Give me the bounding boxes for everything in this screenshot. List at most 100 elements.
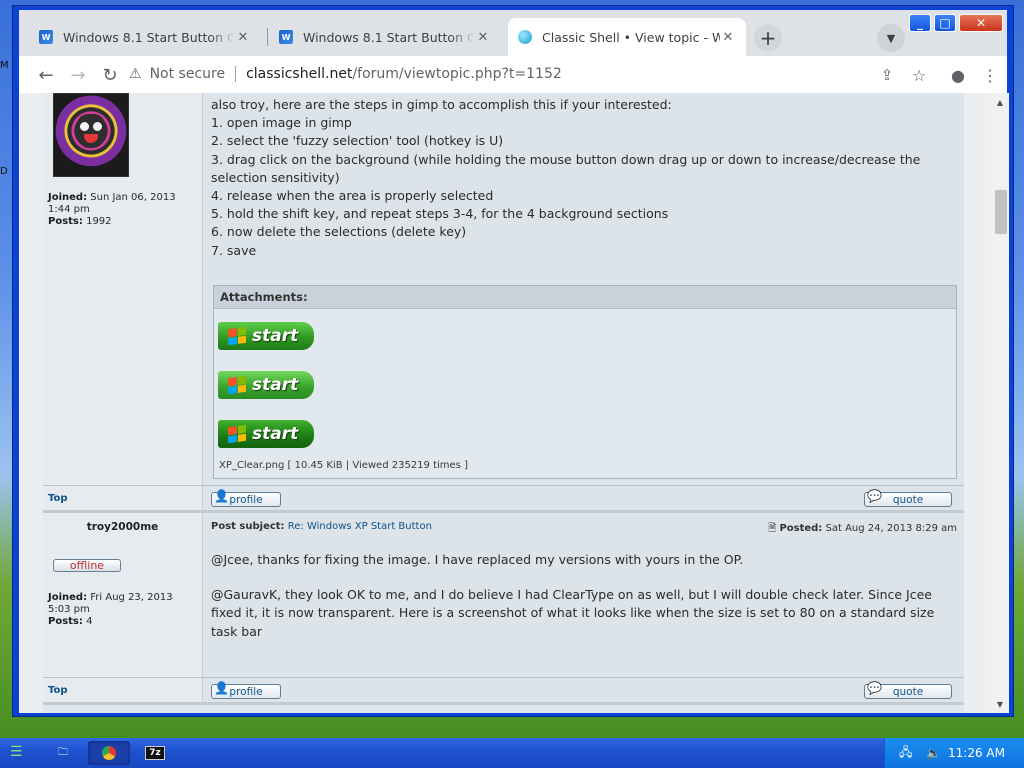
post-line: 6. now delete the selections (delete key… xyxy=(211,224,467,240)
post-2-text: @Jcee, thanks for fixing the image. I ha… xyxy=(211,551,959,641)
taskbar: ☰ 🗀 7z 🖧 🔈 11:26 AM xyxy=(0,738,1024,768)
quote-icon: 💬 xyxy=(867,489,882,503)
divider xyxy=(43,702,964,705)
chevron-down-icon: ▼ xyxy=(886,31,896,45)
arrow-right-icon: → xyxy=(70,64,86,86)
share-button[interactable]: ⇪ xyxy=(874,62,900,88)
post-2-footer: 👤 profile 💬 quote xyxy=(203,678,964,702)
windows-flag-icon xyxy=(228,375,246,395)
close-tab-icon[interactable]: ✕ xyxy=(235,30,251,45)
post-1-author-panel: Joined: Sun Jan 06, 2013 1:44 pm Posts: … xyxy=(43,93,203,485)
post-line: 7. save xyxy=(211,242,257,258)
vertical-scrollbar[interactable]: ▲ ▼ xyxy=(991,93,1009,713)
posts-label: Posts: xyxy=(48,616,83,627)
post-line: 3. drag click on the background (while h… xyxy=(211,151,921,185)
post-date: 🗎 Posted: Sat Aug 24, 2013 8:29 am xyxy=(768,521,957,538)
url-host: classicshell.net xyxy=(246,66,353,82)
star-icon: ☆ xyxy=(911,65,927,85)
post-1-body: also troy, here are the steps in gimp to… xyxy=(203,93,964,485)
post-1-footer-left: Top xyxy=(43,486,203,510)
profile-label: profile xyxy=(229,685,263,698)
close-tab-icon[interactable]: ✕ xyxy=(720,30,736,45)
post-line: also troy, here are the steps in gimp to… xyxy=(211,97,672,112)
quote-icon: 💬 xyxy=(867,681,882,695)
attachment-image-3[interactable]: start xyxy=(218,420,314,448)
share-icon: ⇪ xyxy=(880,66,894,84)
profile-button[interactable]: 👤 profile xyxy=(211,681,281,699)
minimize-button[interactable]: _ xyxy=(909,14,931,32)
scroll-thumb[interactable] xyxy=(995,190,1007,234)
profile-button[interactable]: ● xyxy=(945,62,971,88)
plus-icon: + xyxy=(759,26,777,50)
forward-button[interactable]: → xyxy=(65,62,91,88)
maximize-button[interactable]: □ xyxy=(934,14,956,32)
reload-button[interactable]: ↻ xyxy=(97,62,123,88)
posts-value: 1992 xyxy=(86,216,112,227)
warning-icon: ⚠ xyxy=(129,66,142,82)
browser-toolbar: ← → ↻ ⚠ Not secure classicshell.net /for… xyxy=(19,56,1007,93)
back-button[interactable]: ← xyxy=(33,62,59,88)
posted-value: Sat Aug 24, 2013 8:29 am xyxy=(825,523,958,534)
joined-label: Joined: xyxy=(48,192,88,203)
post-paragraph: @Jcee, thanks for fixing the image. I ha… xyxy=(211,552,744,567)
user-icon: 👤 xyxy=(214,489,229,503)
close-window-button[interactable]: ✕ xyxy=(959,14,1003,32)
subject-label: Post subject: xyxy=(211,521,285,532)
new-tab-button[interactable]: + xyxy=(754,24,782,52)
post-1-author-meta: Joined: Sun Jan 06, 2013 1:44 pm Posts: … xyxy=(48,192,198,228)
close-tab-icon[interactable]: ✕ xyxy=(475,30,491,45)
folder-icon: 🗀 xyxy=(58,746,68,758)
volume-muted-icon[interactable]: 🔈 xyxy=(926,746,941,760)
user-icon: 👤 xyxy=(214,681,229,695)
post-2-author-meta: Joined: Fri Aug 23, 2013 5:03 pm Posts: … xyxy=(48,592,198,628)
scroll-down-icon[interactable]: ▼ xyxy=(991,697,1009,711)
7zip-taskbar-button[interactable]: 7z xyxy=(140,741,170,765)
posts-value: 4 xyxy=(86,616,93,627)
tab-1[interactable]: W Windows 8.1 Start Button Chang ✕ xyxy=(29,18,261,56)
tab-2[interactable]: W Windows 8.1 Start Button Chang ✕ xyxy=(269,18,501,56)
menu-button[interactable]: ⋮ xyxy=(977,62,1003,88)
profile-label: profile xyxy=(229,493,263,506)
quote-label: quote xyxy=(892,685,924,698)
posts-label: Posts: xyxy=(48,216,83,227)
post-2-body: Post subject: Re: Windows XP Start Butto… xyxy=(203,513,964,677)
file-meta: [ 10.45 KiB | Viewed 235219 times ] xyxy=(287,460,468,471)
subject-link[interactable]: Re: Windows XP Start Button xyxy=(288,521,432,532)
top-link[interactable]: Top xyxy=(48,685,68,696)
quote-button[interactable]: 💬 quote xyxy=(864,681,952,699)
quote-button[interactable]: 💬 quote xyxy=(864,489,952,507)
top-link[interactable]: Top xyxy=(48,493,68,504)
explorer-taskbar-button[interactable]: 🗀 xyxy=(48,741,78,765)
browser-window: W Windows 8.1 Start Button Chang ✕ W Win… xyxy=(12,5,1014,717)
close-icon: ✕ xyxy=(975,16,987,30)
attachment-image-1[interactable]: start xyxy=(218,322,314,350)
tab-title: Classic Shell • View topic - Windo xyxy=(542,29,720,45)
attachment-image-2[interactable]: start xyxy=(218,371,314,399)
post-1-footer: 👤 profile 💬 quote xyxy=(203,486,964,510)
posted-label: Posted: xyxy=(779,523,823,534)
post-paragraph: @GauravK, they look OK to me, and I do b… xyxy=(211,587,935,639)
address-bar[interactable]: ⚠ Not secure classicshell.net /forum/vie… xyxy=(129,60,869,88)
tab-3-active[interactable]: Classic Shell • View topic - Windo ✕ xyxy=(508,18,746,56)
bookmark-button[interactable]: ☆ xyxy=(906,62,932,88)
clock[interactable]: 11:26 AM xyxy=(948,746,1005,760)
tab-title: Windows 8.1 Start Button Chang xyxy=(303,29,475,45)
file-name[interactable]: XP_Clear.png xyxy=(219,460,284,471)
profile-button[interactable]: 👤 profile xyxy=(211,489,281,507)
chrome-taskbar-button[interactable] xyxy=(88,741,130,765)
tab-search-button[interactable]: ▼ xyxy=(877,24,905,52)
scroll-up-icon[interactable]: ▲ xyxy=(991,95,1009,109)
arrow-left-icon: ← xyxy=(38,64,54,86)
start-label: start xyxy=(252,326,299,346)
post-subject: Post subject: Re: Windows XP Start Butto… xyxy=(211,521,432,532)
desktop-icon-fragment: M xyxy=(0,60,9,71)
system-tray: 🖧 🔈 11:26 AM xyxy=(884,738,1024,768)
tab-title: Windows 8.1 Start Button Chang xyxy=(63,29,235,45)
7zip-icon: 7z xyxy=(145,746,165,760)
forum-favicon-icon: W xyxy=(39,30,53,44)
network-icon[interactable]: 🖧 xyxy=(899,743,912,764)
start-menu-icon[interactable]: ☰ xyxy=(10,744,23,760)
author-name[interactable]: troy2000me xyxy=(43,521,202,533)
account-icon: ● xyxy=(951,65,965,85)
attachment-caption: XP_Clear.png [ 10.45 KiB | Viewed 235219… xyxy=(219,460,468,471)
